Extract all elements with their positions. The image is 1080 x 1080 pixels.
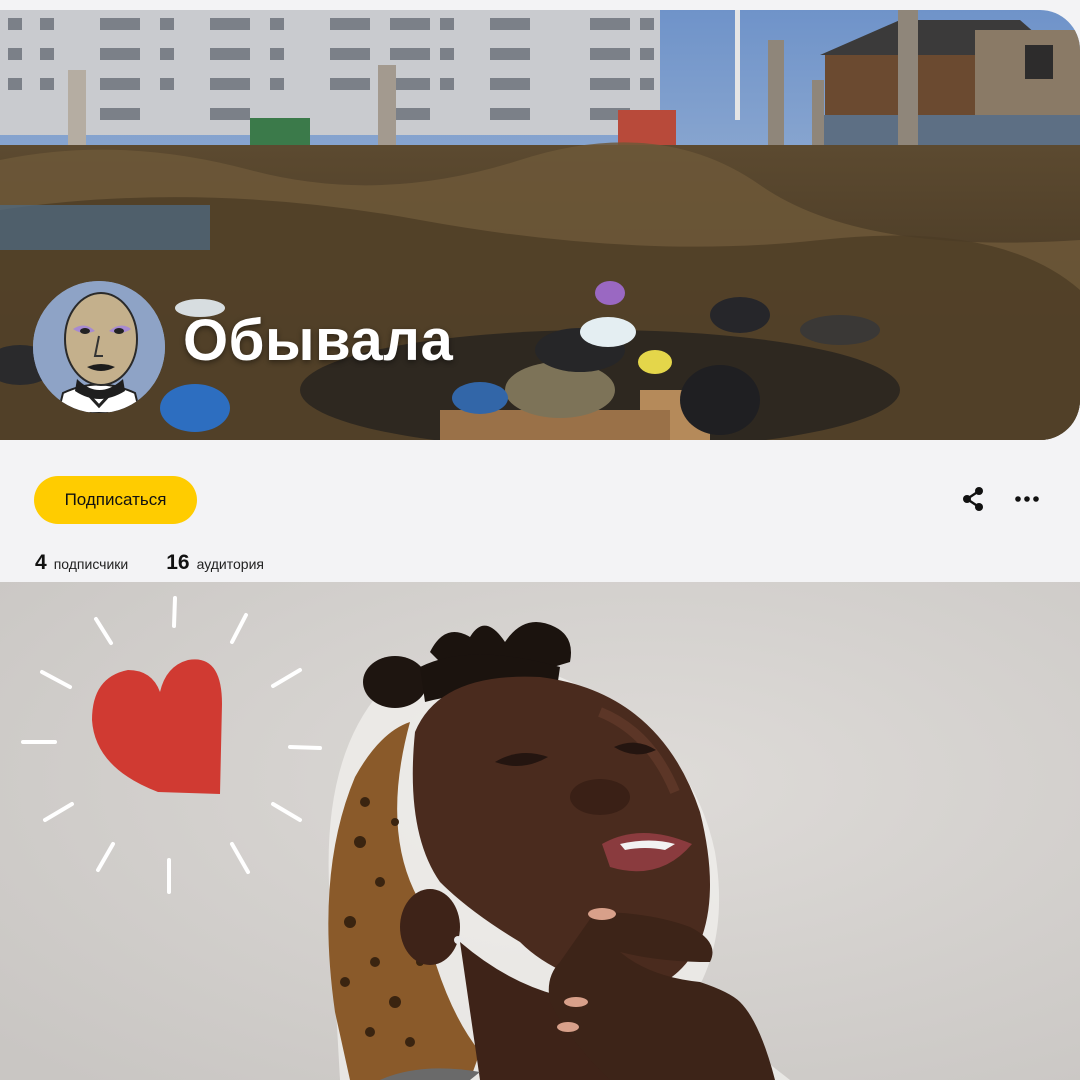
channel-name: Обывала	[183, 308, 454, 373]
post-photo	[0, 582, 1080, 1080]
subscribers-count: 4	[35, 551, 47, 574]
subscribers-label: подписчики	[53, 556, 129, 572]
cover-photo	[0, 10, 1080, 440]
audience-label: аудитория	[196, 556, 264, 572]
share-icon[interactable]	[958, 484, 988, 514]
channel-stats: 4 подписчики 16 аудитория	[35, 551, 264, 575]
channel-avatar[interactable]	[33, 281, 165, 413]
audience-count: 16	[166, 551, 190, 574]
more-dots-icon[interactable]	[1010, 484, 1044, 514]
subscribers-stat[interactable]: 4 подписчики	[35, 551, 128, 575]
audience-stat: 16 аудитория	[166, 551, 264, 575]
avatar-illustration	[33, 281, 165, 413]
subscribe-button[interactable]: Подписаться	[34, 476, 197, 524]
channel-cover: Обывала	[0, 10, 1080, 440]
